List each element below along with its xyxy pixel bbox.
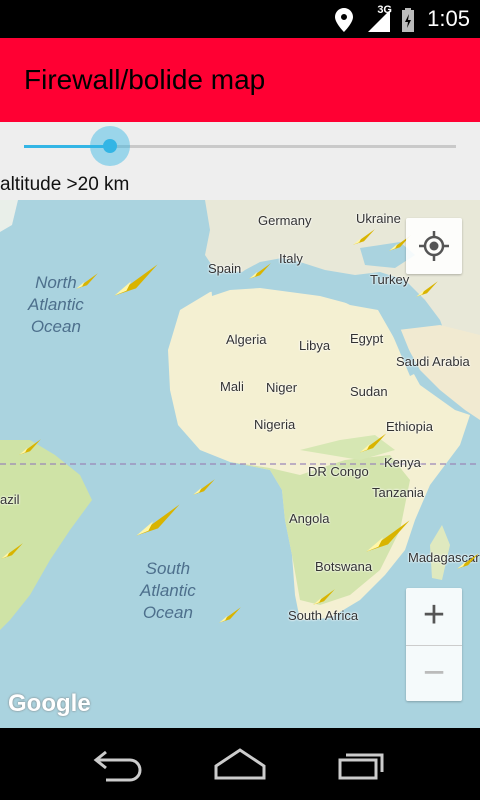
app-bar: Firewall/bolide map <box>0 38 480 122</box>
signal-icon <box>368 10 390 32</box>
meteor-marker-icon[interactable] <box>112 262 160 298</box>
ocean-label-line: South <box>145 559 191 578</box>
ocean-label-line: Atlantic <box>140 581 196 600</box>
map-label-south-atlantic: South Atlantic Ocean <box>140 558 196 624</box>
recent-apps-icon[interactable] <box>332 746 388 782</box>
meteor-marker-icon[interactable] <box>415 280 439 298</box>
map-label-ukraine: Ukraine <box>356 211 401 226</box>
map-label-libya: Libya <box>299 338 331 353</box>
location-icon <box>335 8 353 32</box>
google-logo: Google <box>8 690 91 717</box>
map-label-algeria: Algeria <box>226 332 267 347</box>
meteor-marker-icon[interactable] <box>248 262 272 280</box>
battery-icon <box>402 8 414 32</box>
map-label-egypt: Egypt <box>350 331 384 346</box>
map-label-angola: Angola <box>289 511 330 526</box>
map-label-dr-congo: DR Congo <box>308 464 369 479</box>
meteor-marker-icon[interactable] <box>192 478 216 496</box>
zoom-controls: + − <box>406 588 462 701</box>
map-label-south-africa: South Africa <box>288 608 359 623</box>
back-icon[interactable] <box>92 746 148 782</box>
meteor-marker-icon[interactable] <box>364 518 412 554</box>
status-bar: 3G 1:05 <box>0 0 480 38</box>
altitude-label: altitude >20 km <box>0 174 130 195</box>
map-label-niger: Niger <box>266 380 298 395</box>
meteor-marker-icon[interactable] <box>218 606 242 624</box>
meteor-marker-icon[interactable] <box>75 272 99 290</box>
map-label-saudi-arabia: Saudi Arabia <box>396 354 470 369</box>
clock: 1:05 <box>427 6 470 31</box>
ocean-label-line: Ocean <box>30 317 81 336</box>
map-label-nigeria: Nigeria <box>254 417 296 432</box>
zoom-in-button[interactable]: + <box>406 588 462 644</box>
meteor-marker-icon[interactable] <box>358 432 388 454</box>
meteor-marker-icon[interactable] <box>312 588 336 606</box>
map-label-italy: Italy <box>279 251 303 266</box>
map-label-mali: Mali <box>220 379 244 394</box>
app-title: Firewall/bolide map <box>24 64 266 95</box>
map-view[interactable]: Germany Ukraine Italy Spain Turkey Alger… <box>0 200 480 728</box>
meteor-marker-icon[interactable] <box>456 552 480 570</box>
map-label-sudan: Sudan <box>350 384 388 399</box>
map-label-spain: Spain <box>208 261 242 276</box>
my-location-icon <box>419 231 449 261</box>
altitude-slider-panel: altitude >20 km <box>0 122 480 200</box>
my-location-button[interactable] <box>406 218 462 274</box>
meteor-marker-icon[interactable] <box>0 542 24 560</box>
home-icon[interactable] <box>212 746 268 782</box>
map-label-brazil: azil <box>0 492 20 507</box>
map-label-kenya: Kenya <box>384 455 421 470</box>
ocean-label-line: Atlantic <box>28 295 84 314</box>
zoom-out-button[interactable]: − <box>406 645 462 702</box>
map-label-tanzania: Tanzania <box>372 485 425 500</box>
navigation-bar <box>0 728 480 800</box>
meteor-marker-icon[interactable] <box>352 228 376 246</box>
map-label-ethiopia: Ethiopia <box>386 419 433 434</box>
meteor-marker-icon[interactable] <box>18 438 42 456</box>
meteor-marker-icon[interactable] <box>134 502 182 538</box>
map-label-turkey: Turkey <box>370 272 410 287</box>
map-label-germany: Germany <box>258 213 312 228</box>
ocean-label-line: Ocean <box>142 603 193 622</box>
map-label-botswana: Botswana <box>315 559 373 574</box>
